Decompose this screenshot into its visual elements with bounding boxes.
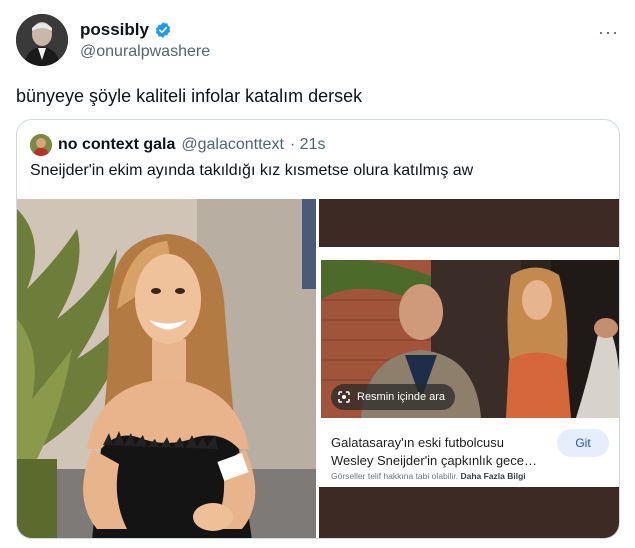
copyright-text: Görseller telif hakkına tabi olabilir. [331, 471, 459, 481]
lens-search-label: Resmin içinde ara [357, 391, 446, 403]
more-info-link[interactable]: Daha Fazla Bilgi [460, 471, 525, 481]
quoted-author-avatar [30, 134, 52, 156]
copyright-notice: Görseller telif hakkına tabi olabilir. D… [331, 471, 526, 481]
search-result-screenshot[interactable]: Resmin içinde ara Galatasaray'ın eski fu… [319, 199, 619, 538]
quoted-tweet-text: Sneijder'in ekim ayında takıldığı kız kı… [30, 162, 474, 179]
quoted-author-handle: @galaconttext [181, 136, 284, 153]
quoted-tweet-header: no context gala @galaconttext · 21s [30, 134, 325, 156]
author-handle[interactable]: @onuralpwashere [80, 43, 210, 61]
quoted-tweet[interactable]: no context gala @galaconttext · 21s Snei… [16, 119, 620, 539]
quoted-media[interactable]: Resmin içinde ara Galatasaray'ın eski fu… [17, 199, 619, 538]
more-options-icon[interactable]: ··· [598, 22, 619, 43]
author-name-row: possibly [80, 20, 172, 40]
tweet-text: bünyeye şöyle kaliteli infolar katalım d… [16, 86, 363, 106]
lens-search-button[interactable]: Resmin içinde ara [331, 384, 456, 410]
go-button[interactable]: Git [557, 429, 609, 457]
author-display-name[interactable]: possibly [80, 20, 149, 40]
photo-sneijder[interactable]: Resmin içinde ara [321, 260, 619, 418]
search-result-title[interactable]: Galatasaray'ın eski futbolcusu Wesley Sn… [331, 434, 541, 470]
google-lens-icon [338, 391, 350, 403]
search-result-card: Resmin içinde ara Galatasaray'ın eski fu… [319, 247, 619, 487]
verified-badge-icon [155, 22, 171, 38]
photo-woman-smiling[interactable] [17, 199, 316, 538]
search-result-title-line1: Galatasaray'ın eski futbolcusu [331, 435, 505, 450]
quoted-author-name: no context gala [58, 136, 176, 153]
author-avatar[interactable] [16, 14, 68, 66]
search-result-title-line2: Wesley Sneijder'in çapkınlık geces... [331, 453, 541, 468]
quoted-timestamp: · 21s [289, 136, 326, 153]
